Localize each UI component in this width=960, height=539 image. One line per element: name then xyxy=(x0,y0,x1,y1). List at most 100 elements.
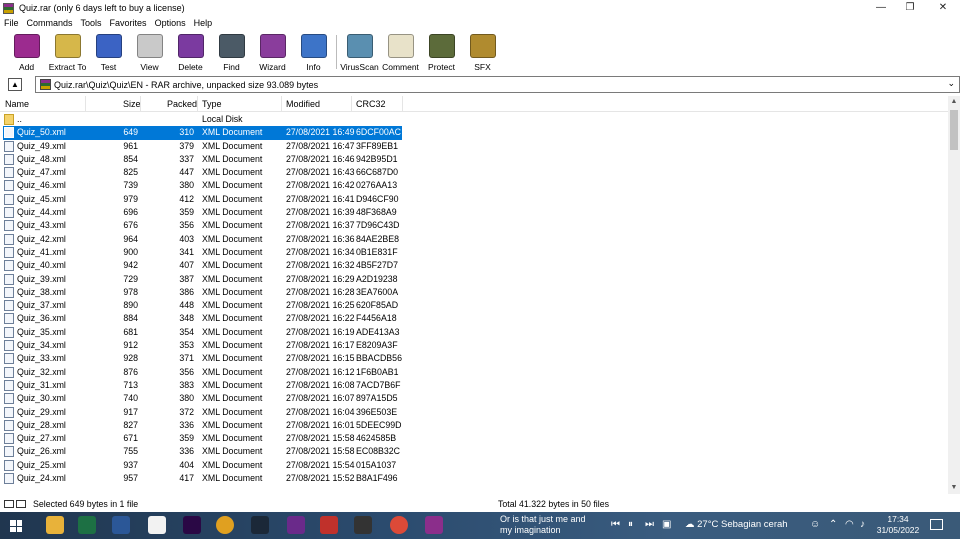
table-row[interactable]: Quiz_40.xml 942 407 XML Document 27/08/2021 … xyxy=(0,259,948,272)
vertical-scrollbar[interactable]: ▲ ▼ xyxy=(948,96,960,494)
scroll-up-arrow-icon[interactable]: ▲ xyxy=(948,96,960,108)
media-pause-icon[interactable]: ⏸ xyxy=(628,519,633,530)
toolbar-button-extract-to[interactable]: Extract To xyxy=(49,31,86,73)
table-row[interactable]: Quiz_33.xml 928 371 XML Document 27/08/2021 … xyxy=(0,352,948,365)
toolbar-button-wizard[interactable]: Wizard xyxy=(254,31,291,73)
table-row[interactable]: Quiz_39.xml 729 387 XML Document 27/08/2021 … xyxy=(0,273,948,286)
column-divider[interactable] xyxy=(197,96,198,112)
column-type[interactable]: Type xyxy=(202,99,222,109)
minimize-button[interactable]: — xyxy=(866,0,896,16)
explorer-icon[interactable] xyxy=(46,516,64,534)
table-row[interactable]: .. Local Disk xyxy=(0,113,948,126)
obs-icon[interactable] xyxy=(354,516,372,534)
flash-icon[interactable] xyxy=(320,516,338,534)
table-row[interactable]: Quiz_26.xml 755 336 XML Document 27/08/2021 … xyxy=(0,445,948,458)
table-row[interactable]: Quiz_47.xml 825 447 XML Document 27/08/2021 … xyxy=(0,166,948,179)
toolbar-button-find[interactable]: Find xyxy=(213,31,250,73)
table-row[interactable]: Quiz_27.xml 671 359 XML Document 27/08/2021 … xyxy=(0,432,948,445)
toolbar-button-comment[interactable]: Comment xyxy=(382,31,419,73)
table-row[interactable]: Quiz_37.xml 890 448 XML Document 27/08/2021 … xyxy=(0,299,948,312)
maximize-button[interactable]: ❐ xyxy=(895,0,925,16)
key-icon[interactable] xyxy=(16,499,26,508)
menu-help[interactable]: Help xyxy=(194,18,213,28)
up-folder-button[interactable]: ▲ xyxy=(8,78,22,91)
scroll-thumb[interactable] xyxy=(950,110,958,150)
table-row[interactable]: Quiz_44.xml 696 359 XML Document 27/08/2021 … xyxy=(0,206,948,219)
table-row[interactable]: Quiz_42.xml 964 403 XML Document 27/08/2021 … xyxy=(0,233,948,246)
chrome2-icon[interactable] xyxy=(390,516,408,534)
table-row[interactable]: Quiz_34.xml 912 353 XML Document 27/08/2021 … xyxy=(0,339,948,352)
chrome-icon[interactable] xyxy=(216,516,234,534)
toolbar-button-virusscan[interactable]: VirusScan xyxy=(340,31,379,73)
menu-favorites[interactable]: Favorites xyxy=(110,18,147,28)
steam-icon[interactable] xyxy=(251,516,269,534)
close-button[interactable]: ✕ xyxy=(928,0,958,16)
word-icon[interactable] xyxy=(112,516,130,534)
table-row[interactable]: Quiz_31.xml 713 383 XML Document 27/08/2021 … xyxy=(0,379,948,392)
wifi-icon[interactable]: ◠ xyxy=(845,519,854,530)
table-row[interactable]: Quiz_32.xml 876 356 XML Document 27/08/2021 … xyxy=(0,366,948,379)
toolbar-button-info[interactable]: Info xyxy=(295,31,332,73)
table-row[interactable]: Quiz_50.xml 649 310 XML Document 27/08/2021 … xyxy=(0,126,948,140)
column-divider[interactable] xyxy=(351,96,352,112)
notification-icon[interactable] xyxy=(930,519,943,530)
volume-icon[interactable]: ♪ xyxy=(860,519,865,530)
menu-tools[interactable]: Tools xyxy=(81,18,102,28)
cell-modified: 27/08/2021 15:58 xyxy=(286,446,355,457)
scroll-down-arrow-icon[interactable]: ▼ xyxy=(948,482,960,494)
media-next-icon[interactable]: ⏭ xyxy=(645,519,654,530)
table-row[interactable]: Quiz_24.xml 957 417 XML Document 27/08/2021 … xyxy=(0,472,948,485)
people-icon[interactable]: ☺ xyxy=(810,519,820,530)
clock[interactable]: 17:34 31/05/2022 xyxy=(874,514,922,536)
table-row[interactable]: Quiz_30.xml 740 380 XML Document 27/08/2021 … xyxy=(0,392,948,405)
chevron-down-icon[interactable]: ⌄ xyxy=(947,78,955,89)
media-app-icon[interactable]: ▣ xyxy=(662,519,671,530)
title-bar[interactable]: Quiz.rar (only 6 days left to buy a lice… xyxy=(0,0,960,16)
cell-name: Quiz_48.xml xyxy=(17,153,66,164)
path-field[interactable]: Quiz.rar\Quiz\Quiz\EN - RAR archive, unp… xyxy=(35,76,960,93)
menu-file[interactable]: File xyxy=(4,18,19,28)
toolbar-button-view[interactable]: View xyxy=(131,31,168,73)
winrar-icon[interactable] xyxy=(425,516,443,534)
table-row[interactable]: Quiz_46.xml 739 380 XML Document 27/08/2021 … xyxy=(0,179,948,192)
column-divider[interactable] xyxy=(402,96,403,112)
toolbar-button-delete[interactable]: Delete xyxy=(172,31,209,73)
column-packed[interactable]: Packed xyxy=(167,99,197,109)
table-row[interactable]: Quiz_36.xml 884 348 XML Document 27/08/2021 … xyxy=(0,312,948,325)
cell-modified: 27/08/2021 16:39 xyxy=(286,207,355,218)
toolbar-button-protect[interactable]: Protect xyxy=(423,31,460,73)
tray-chevron-icon[interactable]: ⌃ xyxy=(829,519,837,530)
excel-icon[interactable] xyxy=(78,516,96,534)
table-row[interactable]: Quiz_43.xml 676 356 XML Document 27/08/2021 … xyxy=(0,219,948,232)
column-divider[interactable] xyxy=(281,96,282,112)
media-title[interactable]: Or is that just me and my imagination xyxy=(500,514,586,536)
column-size[interactable]: Size xyxy=(123,99,141,109)
table-row[interactable]: Quiz_29.xml 917 372 XML Document 27/08/2021 … xyxy=(0,406,948,419)
start-button[interactable] xyxy=(10,520,22,532)
menu-commands[interactable]: Commands xyxy=(27,18,73,28)
column-name[interactable]: Name xyxy=(5,99,29,109)
table-row[interactable]: Quiz_25.xml 937 404 XML Document 27/08/2021 … xyxy=(0,459,948,472)
table-row[interactable]: Quiz_28.xml 827 336 XML Document 27/08/2021 … xyxy=(0,419,948,432)
table-row[interactable]: Quiz_41.xml 900 341 XML Document 27/08/2021 … xyxy=(0,246,948,259)
column-divider[interactable] xyxy=(85,96,86,112)
table-row[interactable]: Quiz_48.xml 854 337 XML Document 27/08/2021 … xyxy=(0,153,948,166)
toolbar-button-test[interactable]: Test xyxy=(90,31,127,73)
premiere-icon[interactable] xyxy=(183,516,201,534)
file-list[interactable]: .. Local Disk Quiz_50.xml 649 310 XML Documen… xyxy=(0,113,948,494)
table-row[interactable]: Quiz_38.xml 978 386 XML Document 27/08/2021 … xyxy=(0,286,948,299)
menu-options[interactable]: Options xyxy=(155,18,186,28)
toolbar-button-sfx[interactable]: SFX xyxy=(464,31,501,73)
column-modified[interactable]: Modified xyxy=(286,99,320,109)
drive-icon[interactable] xyxy=(4,499,14,508)
column-crc[interactable]: CRC32 xyxy=(356,99,386,109)
game-icon[interactable] xyxy=(287,516,305,534)
table-row[interactable]: Quiz_35.xml 681 354 XML Document 27/08/2021 … xyxy=(0,326,948,339)
media-previous-icon[interactable]: ⏮ xyxy=(611,519,620,530)
table-row[interactable]: Quiz_49.xml 961 379 XML Document 27/08/2021 … xyxy=(0,140,948,153)
weather-widget[interactable]: ☁ 27°C Sebagian cerah xyxy=(685,519,788,530)
table-row[interactable]: Quiz_45.xml 979 412 XML Document 27/08/2021 … xyxy=(0,193,948,206)
column-divider[interactable] xyxy=(140,96,141,112)
notes-icon[interactable] xyxy=(148,516,166,534)
toolbar-button-add[interactable]: Add xyxy=(8,31,45,73)
